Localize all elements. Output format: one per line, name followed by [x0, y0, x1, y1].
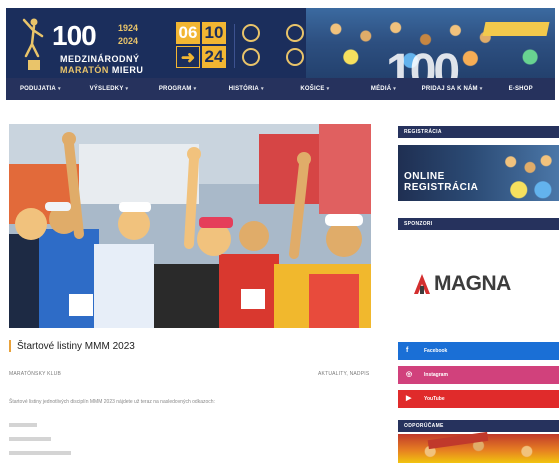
brand-maraton: MARATÓN — [60, 65, 109, 75]
chevron-down-icon: ▾ — [479, 86, 483, 92]
article-excerpt: Štartové listiny jednotlivých disciplín … — [9, 399, 215, 405]
award-seal-icon — [286, 24, 304, 42]
main-nav: PODUJATIA ▾ VÝSLEDKY ▾ PROGRAM ▾ HISTÓRIA ▾ … — [6, 78, 555, 100]
nav-item-kosice[interactable]: KOŠICE ▾ — [281, 86, 350, 92]
recommend-heading: ODPORÚČAME — [398, 420, 559, 432]
facebook-button[interactable]: f Facebook — [398, 342, 559, 360]
registration-heading: REGISTRÁCIA — [398, 126, 559, 138]
date-year: 24 — [202, 46, 226, 68]
article-categories[interactable]: AKTUALITY, NADPIS — [318, 371, 369, 377]
banner-big-number: 100 — [386, 45, 460, 78]
facebook-label: Facebook — [424, 348, 448, 354]
chevron-down-icon: ▾ — [193, 86, 197, 92]
date-day1: 06 — [176, 22, 200, 44]
brand-mieru: MIERU — [111, 65, 144, 75]
recommended-image[interactable] — [398, 431, 559, 463]
chevron-down-icon: ▾ — [125, 86, 129, 92]
chevron-down-icon: ▾ — [260, 86, 264, 92]
chevron-down-icon: ▾ — [326, 86, 330, 92]
runners-photo — [9, 124, 371, 328]
anniversary-years: 1924 2024 — [118, 22, 138, 48]
instagram-icon: ◎ — [406, 371, 413, 378]
magna-mark-icon — [414, 274, 430, 294]
site-banner[interactable]: 100 1924 2024 MEDZINÁRODNÝ MARATÓN MIERU… — [6, 8, 555, 78]
year-start: 1924 — [118, 23, 139, 33]
sponsor-magna-logo[interactable]: MAGNA — [414, 272, 511, 296]
article-title[interactable]: Štartové listiny MMM 2023 — [9, 340, 135, 352]
article-hero-image[interactable] — [9, 124, 371, 328]
banner-divider — [234, 24, 235, 68]
nav-item-eshop[interactable]: E-SHOP — [486, 86, 555, 92]
nav-item-vysledky[interactable]: VÝSLEDKY ▾ — [75, 86, 144, 92]
online-registration-banner[interactable]: ONLINE REGISTRÁCIA — [398, 145, 559, 201]
youtube-icon: ▶ — [406, 395, 412, 402]
page: 100 1924 2024 MEDZINÁRODNÝ MARATÓN MIERU… — [0, 0, 559, 463]
award-seal-icon — [242, 24, 260, 42]
nav-item-pridaj-sa[interactable]: PRIDAJ SA K NÁM ▾ — [418, 86, 487, 92]
award-seal-icon — [286, 48, 304, 66]
runner-statue-icon — [22, 18, 44, 70]
nav-item-historia[interactable]: HISTÓRIA ▾ — [212, 86, 281, 92]
facebook-icon: f — [406, 347, 409, 354]
race-date: 06 10 ➜ 24 — [176, 22, 228, 70]
registration-line1: ONLINE — [404, 171, 445, 182]
sponsors-heading: SPONZORI — [398, 218, 559, 230]
instagram-button[interactable]: ◎ Instagram — [398, 366, 559, 384]
chevron-down-icon: ▾ — [393, 86, 396, 92]
date-day2: 10 — [202, 22, 226, 44]
article-title-text[interactable]: Štartové listiny MMM 2023 — [17, 341, 135, 352]
chevron-down-icon: ▾ — [57, 86, 61, 92]
nav-item-podujatia[interactable]: PODUJATIA ▾ — [6, 86, 75, 92]
date-arrow: ➜ — [176, 46, 200, 68]
registration-line2: REGISTRÁCIA — [404, 182, 479, 193]
banner-ribbon — [482, 22, 550, 36]
hundred-logo: 100 — [52, 20, 97, 51]
nav-item-media[interactable]: MÉDIÁ ▾ — [349, 86, 418, 92]
recommended-ribbon — [427, 431, 489, 450]
start-list-link[interactable] — [9, 451, 71, 455]
youtube-label: YouTube — [424, 396, 445, 402]
year-end: 2024 — [118, 36, 139, 46]
title-accent-bar — [9, 340, 11, 352]
sponsor-name: MAGNA — [434, 272, 511, 295]
youtube-button[interactable]: ▶ YouTube — [398, 390, 559, 408]
start-list-link[interactable] — [9, 437, 51, 441]
brand-line-2: MARATÓN MIERU — [60, 65, 143, 75]
article-author[interactable]: MARATÓNSKY KLUB — [9, 371, 61, 377]
brand-line-1: MEDZINÁRODNÝ — [60, 54, 140, 64]
start-list-link[interactable] — [9, 423, 37, 427]
registration-text: ONLINE REGISTRÁCIA — [404, 171, 478, 193]
instagram-label: Instagram — [424, 372, 448, 378]
award-seal-icon — [242, 48, 260, 66]
nav-item-program[interactable]: PROGRAM ▾ — [143, 86, 212, 92]
